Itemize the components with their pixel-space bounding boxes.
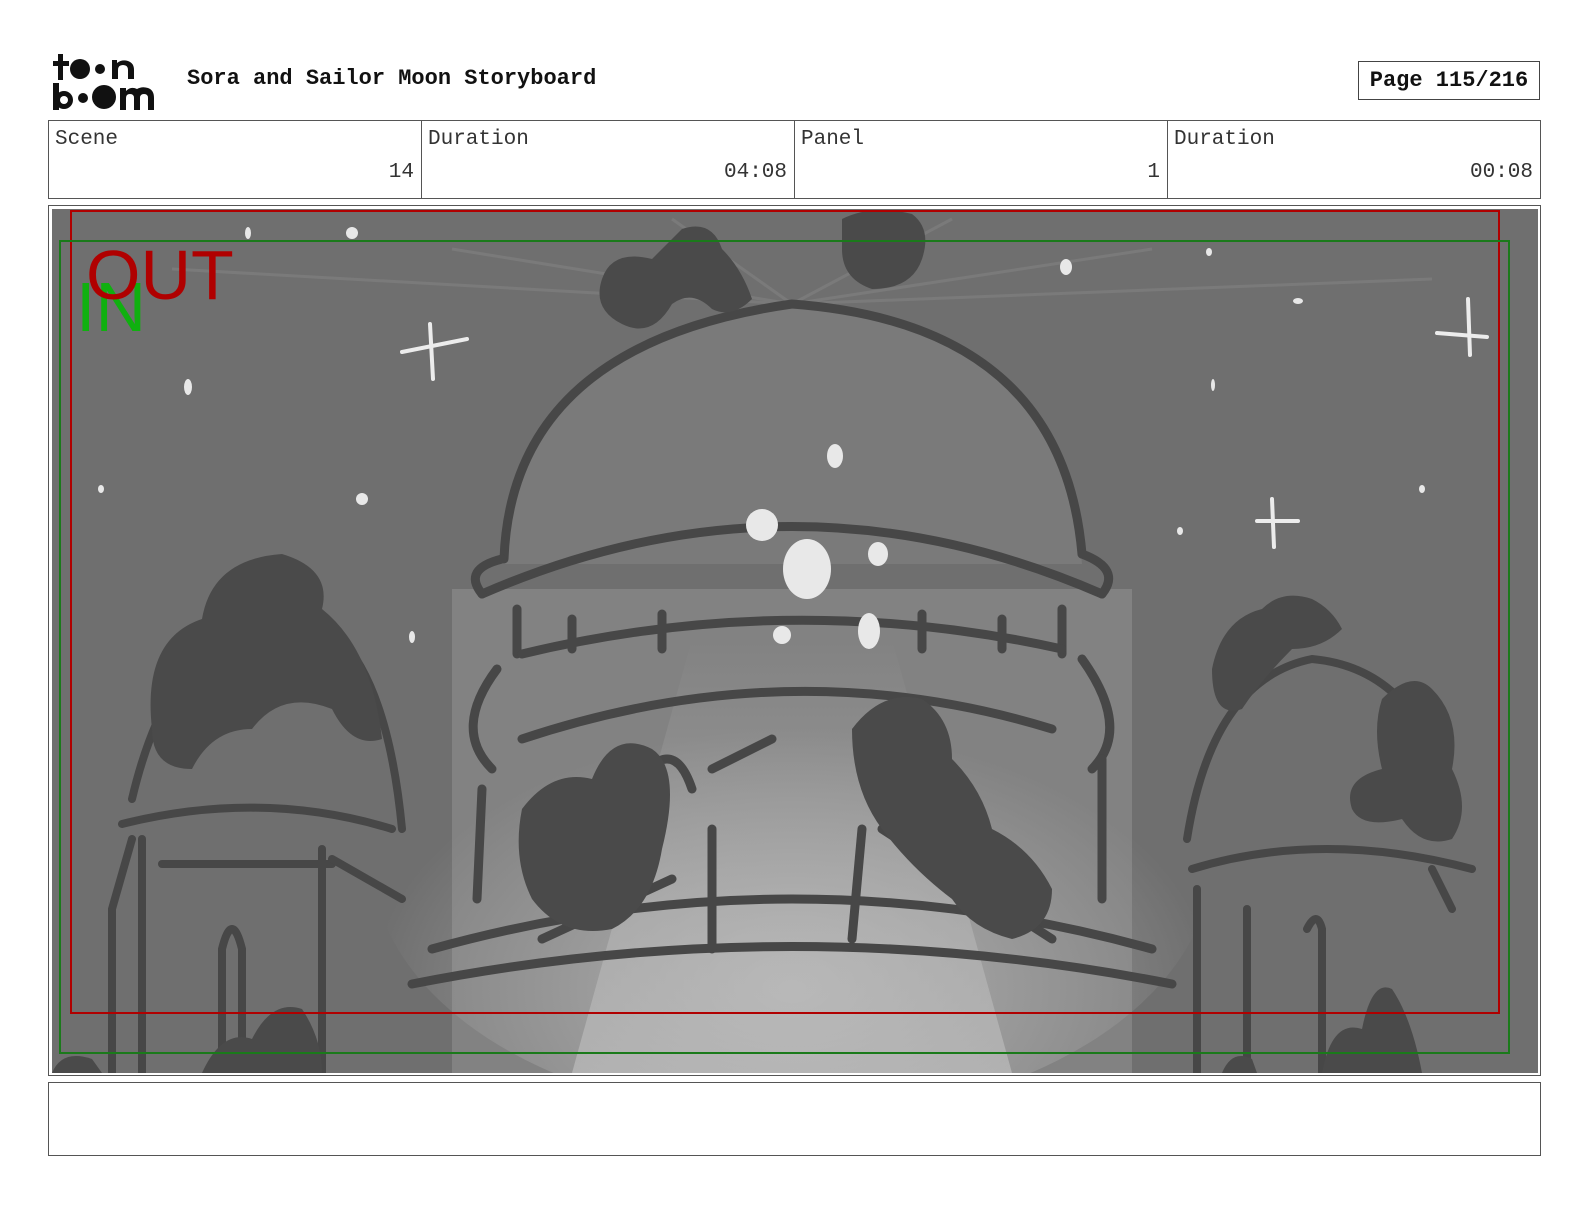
scene-cell: Scene 14 [49,121,422,198]
panel-duration-label: Duration [1174,128,1275,151]
scene-label: Scene [55,128,119,151]
scene-duration-value: 04:08 [723,161,787,184]
panel-notes-box [48,1082,1541,1156]
panel-artwork: IN OUT [52,209,1538,1073]
panel-duration-cell: Duration 00:08 [1168,121,1540,198]
scene-info-table: Scene 14 Duration 04:08 Panel 1 Duration… [48,120,1541,199]
scene-value: 14 [388,161,414,184]
panel-label: Panel [801,128,865,151]
out-marker: OUT [86,236,234,314]
panel-cell: Panel 1 [795,121,1168,198]
panel-value: 1 [1147,161,1160,184]
panel-duration-value: 00:08 [1469,161,1533,184]
scene-duration-label: Duration [428,128,529,151]
scene-duration-cell: Duration 04:08 [422,121,795,198]
document-title: Sora and Sailor Moon Storyboard [187,66,597,91]
toon-boom-logo [53,54,154,110]
page-indicator: Page 115/216 [1358,61,1540,100]
